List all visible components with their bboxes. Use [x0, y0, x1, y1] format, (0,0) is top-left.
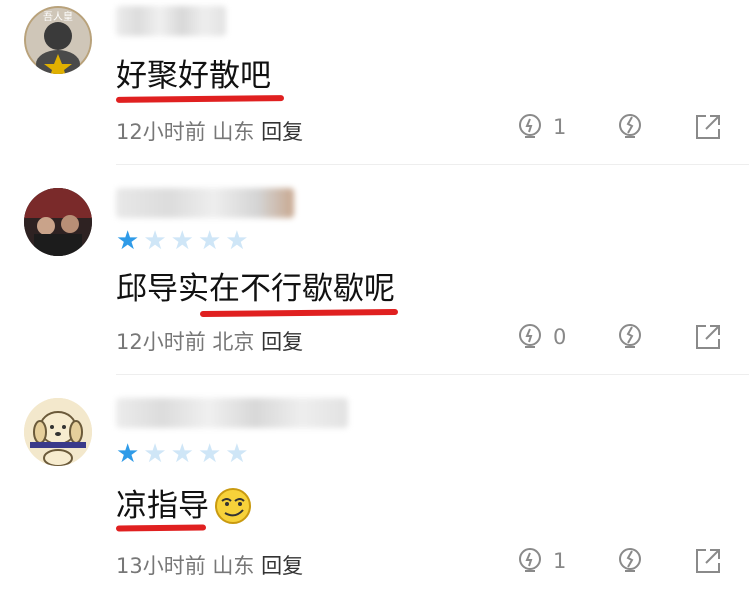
share-icon	[696, 115, 720, 139]
star-empty-icon: ★	[143, 226, 167, 256]
dog-avatar-image	[24, 398, 92, 466]
divider	[116, 374, 749, 375]
comment-time: 13小时前	[116, 554, 206, 578]
reply-button[interactable]: 回复	[261, 554, 303, 578]
star-empty-icon: ★	[225, 439, 249, 469]
lightbulb-icon	[519, 324, 541, 348]
comment-location: 山东	[212, 554, 255, 578]
comment-item: ★ ★ ★ ★ ★ 凉指导 13小时前 山东 回复 1	[0, 385, 749, 590]
star-filled-icon: ★	[116, 226, 140, 256]
comment-time: 12小时前	[116, 120, 206, 144]
reply-button[interactable]: 回复	[261, 330, 303, 354]
avatar[interactable]: 吾人皇	[24, 6, 92, 74]
comment-location: 山东	[212, 120, 255, 144]
comment-item: ★ ★ ★ ★ ★ 邱导实在不行歇歇呢 12小时前 北京 回复 0	[0, 170, 749, 375]
star-empty-icon: ★	[197, 226, 222, 256]
star-empty-icon: ★	[170, 439, 194, 469]
lightbulb-icon	[519, 114, 541, 138]
comment-text: 邱导实在不行歇歇呢	[116, 271, 395, 307]
like-button[interactable]: 0	[515, 322, 566, 352]
username-blurred	[116, 6, 226, 36]
rating-stars: ★ ★ ★ ★ ★	[116, 441, 249, 467]
comment-time: 12小时前	[116, 330, 206, 354]
smirk-emoji-icon	[215, 488, 251, 524]
star-empty-icon: ★	[225, 226, 249, 256]
comment-meta: 12小时前 北京 回复	[116, 326, 303, 356]
avatar-image: 吾人皇	[24, 6, 92, 74]
reply-button[interactable]: 回复	[261, 120, 303, 144]
star-empty-icon: ★	[197, 439, 222, 469]
like-count: 1	[553, 115, 567, 139]
broken-lightbulb-icon	[619, 548, 641, 572]
like-button[interactable]: 1	[515, 112, 566, 142]
broken-lightbulb-icon	[619, 114, 641, 138]
comment-text: 凉指导	[116, 486, 253, 526]
comment-meta: 13小时前 山东 回复	[116, 550, 303, 580]
star-empty-icon: ★	[170, 226, 194, 256]
star-empty-icon: ★	[143, 439, 167, 469]
divider	[116, 164, 749, 165]
like-count: 1	[553, 549, 567, 573]
svg-text:吾人皇: 吾人皇	[43, 10, 73, 23]
star-filled-icon: ★	[116, 439, 140, 469]
comment-location: 北京	[212, 330, 255, 354]
comment-item: 吾人皇 好聚好散吧 12小时前 山东 回复 1	[0, 0, 749, 165]
avatar[interactable]	[24, 188, 92, 256]
share-button[interactable]	[694, 113, 722, 141]
comment-text-content: 凉指导	[116, 488, 209, 524]
share-icon	[696, 549, 720, 573]
share-icon	[696, 325, 720, 349]
red-underline	[115, 95, 285, 103]
dislike-button[interactable]	[615, 546, 645, 576]
username-blurred	[116, 188, 294, 218]
dislike-button[interactable]	[615, 322, 645, 352]
comment-meta: 12小时前 山东 回复	[116, 116, 303, 146]
share-button[interactable]	[694, 323, 722, 351]
comment-text: 好聚好散吧	[116, 58, 271, 94]
like-count: 0	[553, 325, 567, 349]
avatar[interactable]	[24, 398, 92, 466]
red-underline	[199, 308, 399, 318]
username-blurred	[116, 398, 348, 428]
red-underline	[115, 524, 207, 532]
avatar-image	[24, 188, 92, 256]
like-button[interactable]: 1	[515, 546, 566, 576]
share-button[interactable]	[694, 547, 722, 575]
lightbulb-icon	[519, 548, 541, 572]
rating-stars: ★ ★ ★ ★ ★	[116, 228, 249, 254]
dislike-button[interactable]	[615, 112, 645, 142]
broken-lightbulb-icon	[619, 324, 641, 348]
